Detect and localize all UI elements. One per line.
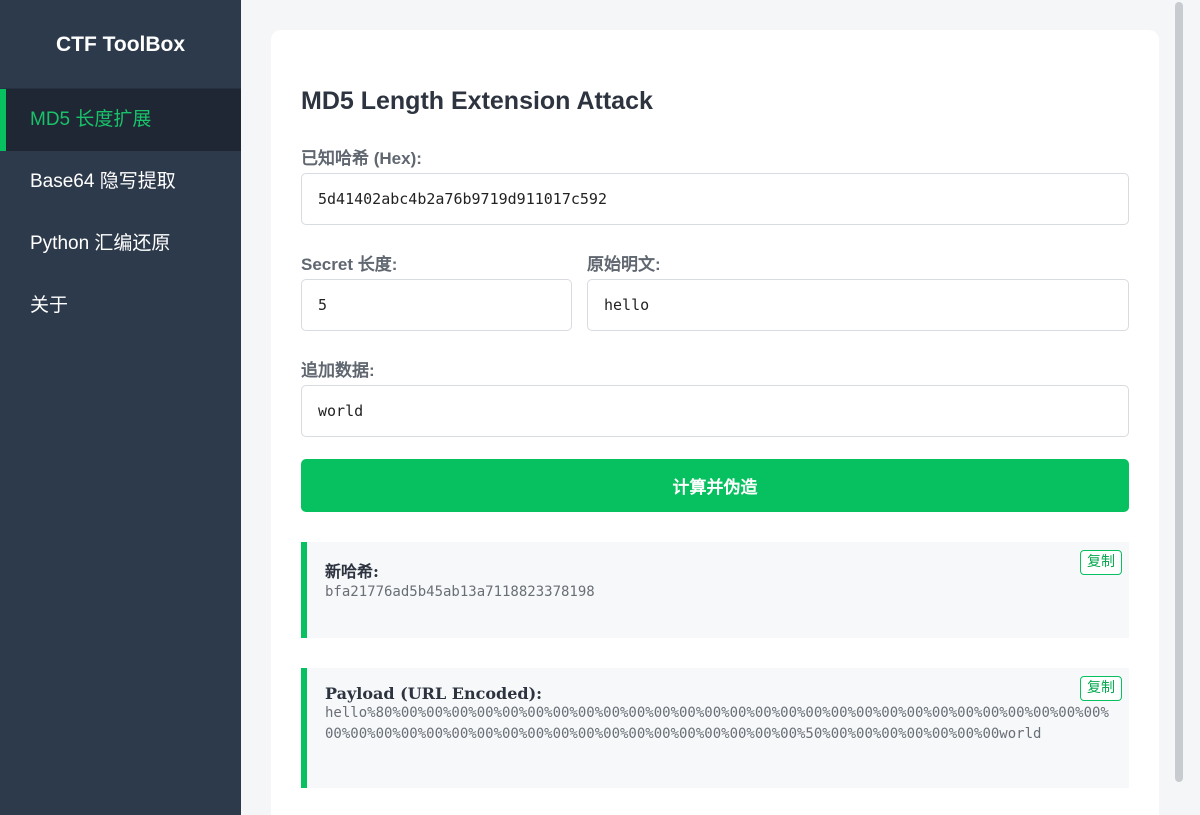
new-hash-value: bfa21776ad5b45ab13a7118823378198 [325,584,595,600]
payload-result: Payload (URL Encoded): hello%80%00%00%00… [301,668,1129,788]
copy-payload-button[interactable]: 复制 [1080,676,1122,701]
new-hash-result: 新哈希: bfa21776ad5b45ab13a7118823378198 复制 [301,542,1129,638]
scrollbar-thumb[interactable] [1175,2,1183,782]
page-title: MD5 Length Extension Attack [301,87,653,115]
known-hash-input[interactable] [301,173,1129,225]
append-data-input[interactable] [301,385,1129,437]
compute-forge-button[interactable]: 计算并伪造 [301,459,1129,512]
secret-length-label: Secret 长度: [301,255,398,274]
scrollbar-track[interactable] [1172,0,1186,815]
sidebar-item-python-disasm[interactable]: Python 汇编还原 [0,213,241,275]
sidebar-item-base64-stego[interactable]: Base64 隐写提取 [0,151,241,213]
sidebar-item-md5-length-extension[interactable]: MD5 长度扩展 [0,89,241,151]
original-text-label: 原始明文: [587,255,661,274]
copy-new-hash-button[interactable]: 复制 [1080,550,1122,575]
secret-length-input[interactable] [301,279,572,331]
sidebar: CTF ToolBox MD5 长度扩展 Base64 隐写提取 Python … [0,0,241,815]
known-hash-label: 已知哈希 (Hex): [301,149,422,168]
sidebar-item-about[interactable]: 关于 [0,275,241,337]
original-text-input[interactable] [587,279,1129,331]
tool-card: MD5 Length Extension Attack 已知哈希 (Hex): … [271,30,1159,815]
main-content: MD5 Length Extension Attack 已知哈希 (Hex): … [241,0,1186,815]
app-brand: CTF ToolBox [0,0,241,89]
new-hash-title: 新哈希: [325,562,379,581]
payload-title: Payload (URL Encoded): [325,684,543,703]
append-data-label: 追加数据: [301,361,375,380]
payload-value: hello%80%00%00%00%00%00%00%00%00%00%00%0… [325,705,1109,742]
